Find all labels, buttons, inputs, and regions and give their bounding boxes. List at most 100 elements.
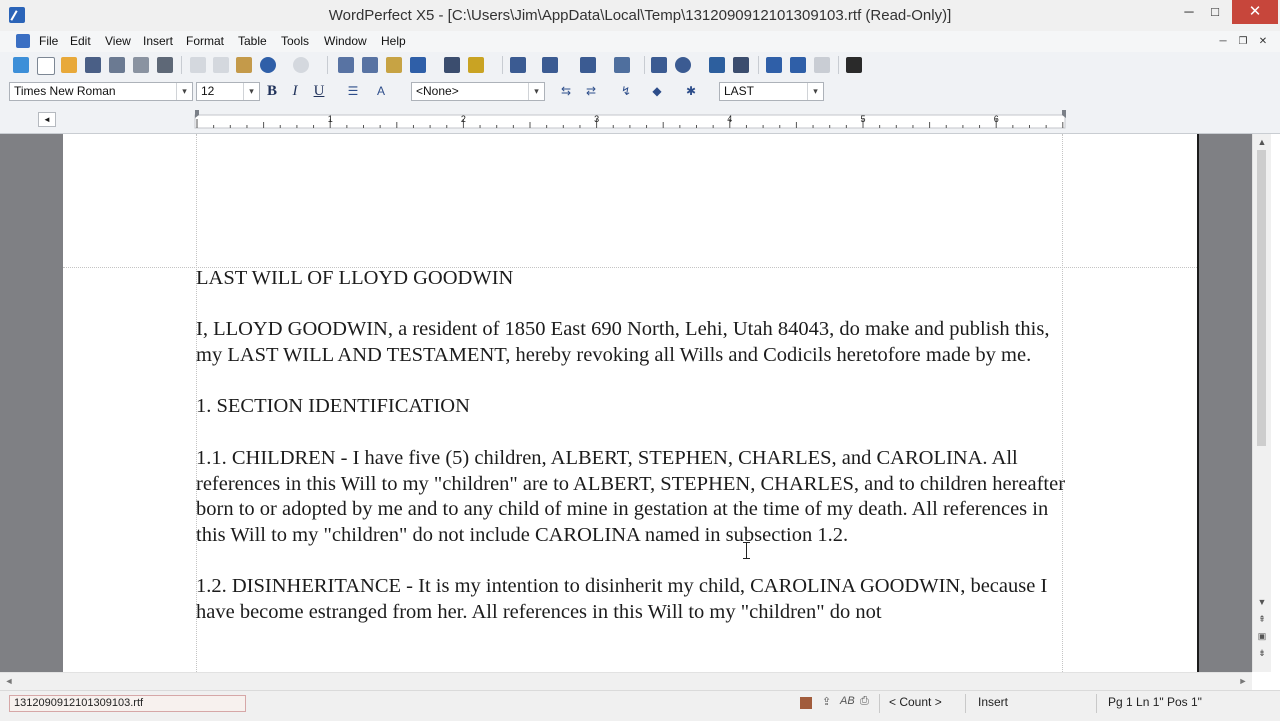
- ruler-label: 3: [594, 114, 599, 124]
- ruler-corner-button[interactable]: ◄: [38, 112, 56, 127]
- status-separator: [1096, 694, 1097, 713]
- insert-mode[interactable]: Insert: [978, 695, 1008, 709]
- scroll-up-icon[interactable]: ▲: [1253, 137, 1271, 147]
- menu-help[interactable]: Help: [381, 34, 406, 48]
- ruler-label: 5: [860, 114, 865, 124]
- font-size-select[interactable]: 12 ▾: [196, 82, 260, 101]
- document-page[interactable]: LAST WILL OF LLOYD GOODWIN I, LLOYD GOOD…: [63, 134, 1197, 672]
- document-icon[interactable]: [16, 34, 30, 48]
- bullets-icon[interactable]: [542, 57, 558, 73]
- grammar-icon[interactable]: [362, 57, 378, 73]
- zoom-select[interactable]: LAST ▾: [719, 82, 824, 101]
- symbols-icon[interactable]: [709, 57, 725, 73]
- application-bar-filename[interactable]: 1312090912101309103.rtf: [9, 695, 246, 712]
- prompt-as-you-go-icon[interactable]: ⇆: [557, 84, 575, 99]
- next-page-icon[interactable]: ⇟: [1253, 648, 1271, 659]
- vertical-scrollbar[interactable]: ▲ ▼ ⇞ ▣ ⇟: [1252, 134, 1271, 672]
- style-value: <None>: [416, 84, 459, 98]
- menu-edit[interactable]: Edit: [70, 34, 91, 48]
- record-icon[interactable]: [800, 697, 812, 709]
- doc-close-button[interactable]: ✕: [1254, 34, 1272, 49]
- menu-insert[interactable]: Insert: [143, 34, 173, 48]
- menu-window[interactable]: Window: [324, 34, 367, 48]
- new-document-icon[interactable]: [37, 57, 55, 75]
- numbering-icon[interactable]: [510, 57, 526, 73]
- style-select[interactable]: <None> ▾: [411, 82, 545, 101]
- image-icon[interactable]: [386, 57, 402, 73]
- columns-icon[interactable]: [580, 57, 596, 73]
- cursor-position[interactable]: Pg 1 Ln 1" Pos 1": [1108, 695, 1202, 709]
- forward-arrow-icon[interactable]: [814, 57, 830, 73]
- print-preview-icon[interactable]: [133, 57, 149, 73]
- italic-button[interactable]: I: [286, 83, 304, 100]
- horizontal-scrollbar[interactable]: ◄ ►: [0, 672, 1252, 691]
- document-map-icon[interactable]: [13, 57, 29, 73]
- publish-pdf-icon[interactable]: [109, 57, 125, 73]
- ruler[interactable]: 1234567: [190, 106, 1070, 133]
- window-title: WordPerfect X5 - [C:\Users\Jim\AppData\L…: [328, 7, 952, 24]
- shadow-cursor-icon[interactable]: ↯: [617, 84, 635, 99]
- document-body[interactable]: LAST WILL OF LLOYD GOODWIN I, LLOYD GOOD…: [196, 266, 1066, 651]
- zoom-value: LAST: [724, 84, 755, 98]
- back-arrow-icon[interactable]: [790, 57, 806, 73]
- highlight-icon[interactable]: [468, 57, 484, 73]
- justification-icon[interactable]: ☰: [344, 84, 362, 99]
- text-cursor-icon: [743, 542, 750, 559]
- save-icon[interactable]: [85, 57, 101, 73]
- close-button[interactable]: ✕: [1232, 0, 1278, 24]
- vertical-scroll-thumb[interactable]: [1257, 150, 1266, 446]
- keyboard-icon[interactable]: AB: [840, 695, 855, 707]
- menu-tools[interactable]: Tools: [281, 34, 309, 48]
- line-draw-icon[interactable]: [410, 57, 426, 73]
- status-bar: 1312090912101309103.rtf ⇪ AB ⎙ < Count >…: [0, 690, 1280, 721]
- cut-icon[interactable]: [190, 57, 206, 73]
- doc-minimize-button[interactable]: ─: [1214, 34, 1232, 49]
- print-icon[interactable]: [157, 57, 173, 73]
- underline-button[interactable]: U: [310, 83, 328, 100]
- previous-page-icon[interactable]: ⇞: [1253, 614, 1271, 625]
- redo-icon[interactable]: [293, 57, 309, 73]
- scroll-right-icon[interactable]: ►: [1236, 676, 1250, 686]
- menu-file[interactable]: File: [39, 34, 58, 48]
- toolbar-separator: [181, 56, 182, 74]
- bold-button[interactable]: B: [263, 83, 281, 100]
- undo-icon[interactable]: [260, 57, 276, 73]
- menu-view[interactable]: View: [105, 34, 131, 48]
- main-toolbar: [0, 52, 1280, 79]
- word-count[interactable]: < Count >: [889, 695, 942, 709]
- doc-restore-button[interactable]: ❐: [1234, 34, 1252, 49]
- text-box-icon[interactable]: [444, 57, 460, 73]
- zoom-icon[interactable]: [675, 57, 691, 73]
- fill-icon[interactable]: ◆: [648, 84, 666, 99]
- caps-lock-icon[interactable]: ⇪: [822, 695, 831, 708]
- menu-format[interactable]: Format: [186, 34, 224, 48]
- ruler-label: 4: [727, 114, 732, 124]
- hide-bars-icon[interactable]: [766, 57, 782, 73]
- font-color-icon[interactable]: A: [372, 84, 390, 99]
- ruler-label: 1: [328, 114, 333, 124]
- toolbar-separator: [758, 56, 759, 74]
- spell-check-icon[interactable]: [338, 57, 354, 73]
- paragraph-children: 1.1. CHILDREN - I have five (5) children…: [196, 446, 1071, 546]
- reveal-codes-icon[interactable]: [846, 57, 862, 73]
- toolbar-separator: [644, 56, 645, 74]
- scroll-left-icon[interactable]: ◄: [2, 676, 16, 686]
- printer-icon[interactable]: ⎙: [860, 695, 869, 708]
- chevron-down-icon[interactable]: ▾: [243, 83, 259, 100]
- spell-as-you-go-icon[interactable]: ⇄: [582, 84, 600, 99]
- page-view-icon[interactable]: [651, 57, 667, 73]
- page-icon[interactable]: ▣: [1253, 631, 1271, 642]
- copy-icon[interactable]: [213, 57, 229, 73]
- chevron-down-icon[interactable]: ▾: [807, 83, 823, 100]
- table-icon[interactable]: [614, 57, 630, 73]
- open-folder-icon[interactable]: [61, 57, 77, 73]
- font-face-select[interactable]: Times New Roman ▾: [9, 82, 193, 101]
- select-icon[interactable]: ✱: [682, 84, 700, 99]
- chevron-down-icon[interactable]: ▾: [528, 83, 544, 100]
- scroll-down-icon[interactable]: ▼: [1253, 597, 1271, 607]
- macro-icon[interactable]: [733, 57, 749, 73]
- chevron-down-icon[interactable]: ▾: [176, 83, 192, 100]
- menu-table[interactable]: Table: [238, 34, 267, 48]
- paste-icon[interactable]: [236, 57, 252, 73]
- document-title: LAST WILL OF LLOYD GOODWIN: [196, 267, 514, 289]
